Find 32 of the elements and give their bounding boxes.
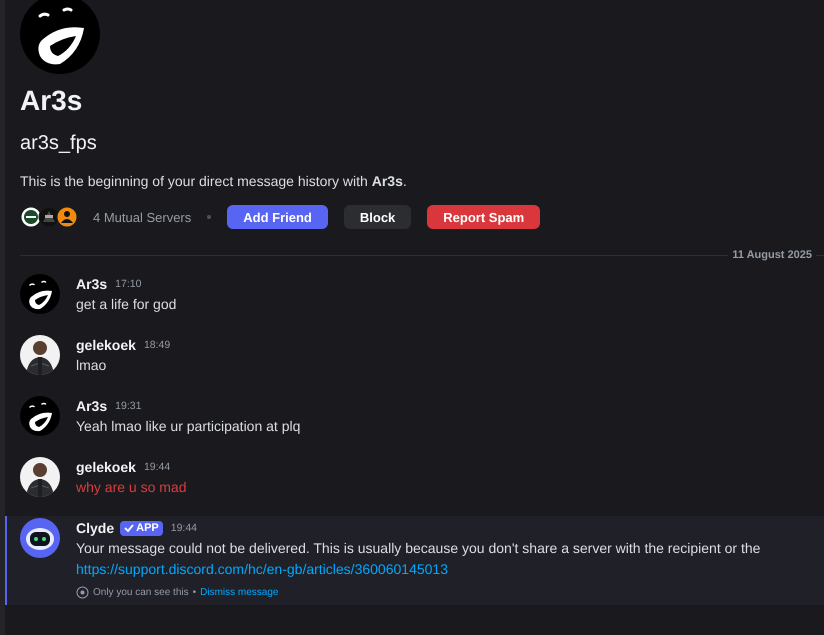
author-name[interactable]: gelekoek <box>76 337 136 353</box>
message-text: why are u so mad <box>76 478 186 497</box>
server-icon[interactable] <box>56 206 78 228</box>
dismiss-link[interactable]: Dismiss message <box>200 586 278 598</box>
author-name[interactable]: Ar3s <box>76 276 108 292</box>
mutual-servers-link[interactable]: 4 Mutual Servers <box>93 210 192 224</box>
timestamp: 17:10 <box>115 278 142 290</box>
timestamp: 19:44 <box>170 522 198 534</box>
report-button[interactable]: Report Spam <box>427 205 540 229</box>
separator: • <box>192 587 196 598</box>
block-button[interactable]: Block <box>344 205 412 229</box>
message-text: lmao <box>76 356 108 375</box>
laughing-face-icon <box>20 0 100 74</box>
message-text: Your message could not be delivered. This is usually because you don't share a server with the recipient or the <box>76 539 760 558</box>
author-name[interactable]: Clyde <box>76 520 114 536</box>
message-text: Yeah lmao like ur participation at plq <box>76 417 300 436</box>
support-link[interactable]: https://support.discord.com/hc/en-gb/articles/360060145013 <box>76 559 448 580</box>
author-name[interactable]: gelekoek <box>76 459 136 475</box>
author-name[interactable]: Ar3s <box>76 398 108 414</box>
eye-icon <box>76 586 89 599</box>
add-friend-button[interactable]: Add Friend <box>227 205 328 229</box>
timestamp: 18:49 <box>144 339 170 351</box>
timestamp: 19:44 <box>144 461 170 473</box>
date-divider: 11 August 2025 <box>731 249 813 261</box>
display-name: Ar3s <box>20 84 84 118</box>
visibility-note: Only you can see this <box>93 587 189 598</box>
intro-text: This is the beginning of your direct message history with Ar3s. <box>20 173 408 189</box>
app-badge: APP <box>120 520 163 536</box>
timestamp: 19:31 <box>115 400 142 412</box>
username: ar3s_fps <box>20 131 98 156</box>
check-icon <box>124 523 134 533</box>
message-text: get a life for god <box>76 295 176 314</box>
